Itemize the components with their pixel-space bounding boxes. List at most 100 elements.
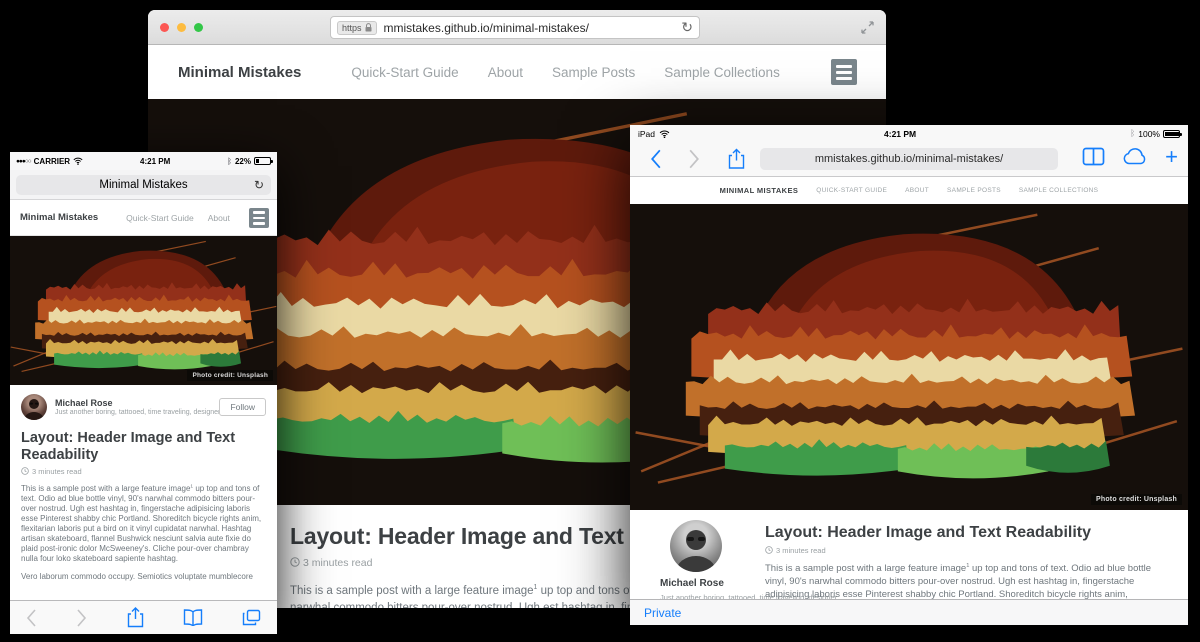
nav-link-sample-posts[interactable]: Sample Posts bbox=[947, 187, 1001, 194]
author-name: Michael Rose bbox=[660, 578, 750, 589]
iphone-url-title: Minimal Mistakes bbox=[99, 179, 187, 191]
person-icon bbox=[21, 394, 47, 420]
ipad-url-field[interactable]: mmistakes.github.io/minimal-mistakes/ bbox=[760, 148, 1058, 170]
ipad-url-text: mmistakes.github.io/minimal-mistakes/ bbox=[815, 153, 1003, 165]
read-time: 3 minutes read bbox=[765, 546, 1155, 555]
nav-link-about[interactable]: About bbox=[905, 187, 929, 194]
ipad-post-content: Michael Rose Just another boring, tattoo… bbox=[630, 510, 1188, 599]
ipad-safari-toolbar: mmistakes.github.io/minimal-mistakes/ + bbox=[630, 142, 1188, 177]
back-icon[interactable] bbox=[26, 609, 37, 627]
iphone-header-image: Photo credit: Unsplash bbox=[10, 236, 277, 385]
iphone-url-field[interactable]: Minimal Mistakes ↻ bbox=[16, 175, 271, 195]
battery-icon bbox=[254, 157, 271, 165]
desktop-titlebar: https mmistakes.github.io/minimal-mistak… bbox=[148, 10, 886, 45]
ipad-toolbar-right: + bbox=[1082, 147, 1178, 166]
iphone-status-bar: ●●●○○ CARRIER 4:21 PM ᛒ 22% bbox=[10, 152, 277, 170]
author-name: Michael Rose bbox=[55, 398, 213, 408]
site-brand-link[interactable]: Minimal Mistakes bbox=[20, 212, 98, 223]
nav-link-quick-start[interactable]: Quick-Start Guide bbox=[351, 65, 458, 80]
window-controls bbox=[160, 23, 203, 32]
read-time-text: 3 minutes read bbox=[776, 546, 826, 555]
ipad-site-nav: Minimal Mistakes Quick-Start Guide About… bbox=[630, 177, 1188, 204]
clock-icon bbox=[290, 557, 300, 567]
nav-link-sample-collections[interactable]: Sample Collections bbox=[1019, 187, 1098, 194]
close-window-button[interactable] bbox=[160, 23, 169, 32]
battery-icon bbox=[1163, 130, 1180, 138]
share-icon[interactable] bbox=[728, 148, 745, 170]
https-label: https bbox=[342, 23, 362, 33]
author-row: Michael Rose Just another boring, tattoo… bbox=[21, 394, 266, 420]
reload-icon[interactable]: ↻ bbox=[254, 178, 264, 192]
nav-links: Quick-Start Guide About Sample Posts Sam… bbox=[351, 65, 779, 80]
status-time: 4:21 PM bbox=[670, 129, 1130, 139]
author-meta: Michael Rose Just another boring, tattoo… bbox=[55, 398, 213, 416]
wifi-icon bbox=[659, 130, 670, 138]
site-brand-link[interactable]: Minimal Mistakes bbox=[178, 64, 301, 81]
forward-icon[interactable] bbox=[76, 609, 87, 627]
iphone-screen: ●●●○○ CARRIER 4:21 PM ᛒ 22% Minimal Mist… bbox=[10, 152, 277, 634]
leaves-photo bbox=[10, 236, 277, 385]
desktop-site-nav: Minimal Mistakes Quick-Start Guide About… bbox=[148, 45, 886, 99]
nav-link-sample-posts[interactable]: Sample Posts bbox=[552, 65, 635, 80]
menu-toggle-button[interactable] bbox=[831, 59, 857, 85]
nav-link-about[interactable]: About bbox=[208, 213, 230, 223]
author-column: Michael Rose Just another boring, tattoo… bbox=[660, 520, 750, 599]
new-tab-icon[interactable]: + bbox=[1165, 148, 1178, 165]
bookmarks-icon[interactable] bbox=[183, 609, 203, 626]
bluetooth-icon: ᛒ bbox=[227, 157, 232, 166]
post-title: Layout: Header Image and Text Readabilit… bbox=[765, 524, 1155, 542]
ipad-header-image: Photo credit: Unsplash bbox=[630, 204, 1188, 510]
post-body: This is a sample post with a large featu… bbox=[21, 484, 266, 581]
carrier-label: CARRIER bbox=[34, 157, 70, 166]
desktop-url-field[interactable]: https mmistakes.github.io/minimal-mistak… bbox=[330, 16, 700, 39]
nav-links: Quick-Start Guide About bbox=[126, 213, 230, 223]
author-bio: Just another boring, tattooed, time trav… bbox=[55, 409, 213, 416]
signal-dots-icon: ●●●○○ bbox=[16, 158, 31, 165]
post-column: Layout: Header Image and Text Readabilit… bbox=[765, 524, 1155, 599]
ipad-bottom-bar: Private bbox=[630, 599, 1188, 625]
bluetooth-icon: ᛒ bbox=[1130, 129, 1135, 139]
follow-button[interactable]: Follow bbox=[219, 398, 266, 416]
zoom-window-button[interactable] bbox=[194, 23, 203, 32]
photo-credit: Photo credit: Unsplash bbox=[1091, 494, 1182, 505]
nav-link-quick-start[interactable]: Quick-Start Guide bbox=[126, 213, 194, 223]
ipad-screen: iPad 4:21 PM ᛒ 100% mmistakes.github.io bbox=[630, 125, 1188, 625]
author-avatar bbox=[21, 394, 47, 420]
read-time-text: 3 minutes read bbox=[32, 467, 82, 476]
post-paragraph-1: This is a sample post with a large featu… bbox=[21, 484, 266, 563]
https-badge: https bbox=[337, 21, 377, 35]
back-icon[interactable] bbox=[650, 149, 662, 169]
leaves-photo bbox=[630, 204, 1188, 510]
nav-link-about[interactable]: About bbox=[488, 65, 523, 80]
photo-credit: Photo credit: Unsplash bbox=[187, 370, 273, 381]
post-title: Layout: Header Image and Text Readabilit… bbox=[21, 430, 266, 463]
desktop-url-text: mmistakes.github.io/minimal-mistakes/ bbox=[384, 21, 682, 35]
fullscreen-icon[interactable] bbox=[861, 21, 874, 34]
person-icon bbox=[670, 520, 722, 572]
clock-icon bbox=[765, 546, 773, 554]
share-icon[interactable] bbox=[127, 607, 144, 628]
device-label: iPad bbox=[638, 129, 655, 139]
clock-icon bbox=[21, 467, 29, 475]
tabs-icon[interactable] bbox=[242, 609, 261, 626]
post-paragraph-2: Vero laborum commodo occupy. Semiotics v… bbox=[21, 572, 266, 582]
status-time: 4:21 PM bbox=[83, 157, 227, 166]
read-time: 3 minutes read bbox=[21, 467, 266, 476]
iphone-safari-toolbar bbox=[10, 600, 277, 634]
reading-list-icon[interactable] bbox=[1082, 147, 1105, 166]
nav-link-sample-collections[interactable]: Sample Collections bbox=[664, 65, 780, 80]
minimize-window-button[interactable] bbox=[177, 23, 186, 32]
composite-screenshot: https mmistakes.github.io/minimal-mistak… bbox=[0, 0, 1200, 642]
post-paragraph: This is a sample post with a large featu… bbox=[765, 563, 1155, 599]
nav-link-quick-start[interactable]: Quick-Start Guide bbox=[816, 187, 887, 194]
battery-percent: 22% bbox=[235, 157, 251, 166]
private-browsing-button[interactable]: Private bbox=[644, 606, 681, 620]
menu-toggle-button[interactable] bbox=[249, 208, 269, 228]
icloud-tabs-icon[interactable] bbox=[1122, 148, 1148, 165]
lock-icon bbox=[365, 23, 372, 32]
site-brand-link[interactable]: Minimal Mistakes bbox=[720, 186, 799, 195]
forward-icon[interactable] bbox=[688, 149, 700, 169]
iphone-post-content: Michael Rose Just another boring, tattoo… bbox=[10, 385, 277, 582]
reload-icon[interactable]: ↻ bbox=[681, 19, 693, 36]
wifi-icon bbox=[73, 157, 83, 165]
